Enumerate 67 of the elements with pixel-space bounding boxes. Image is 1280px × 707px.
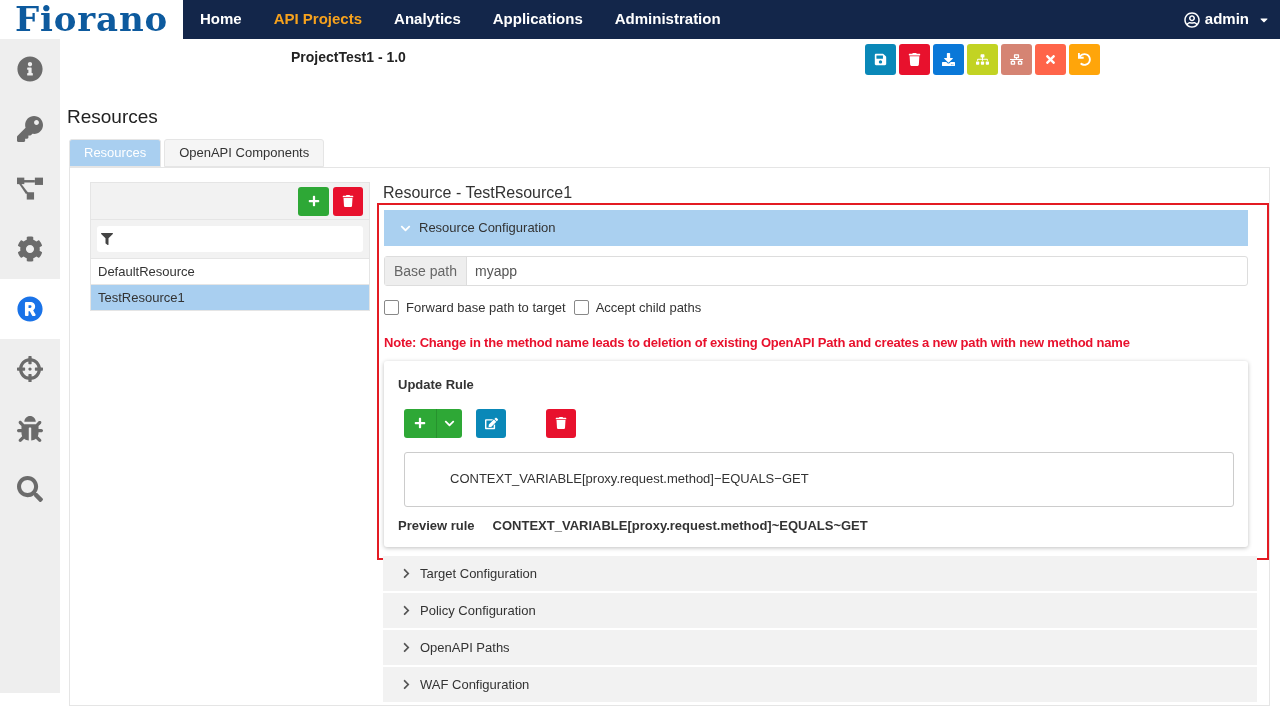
trash-icon	[555, 417, 567, 429]
field-value: myapp	[474, 261, 519, 281]
key-icon	[17, 116, 43, 142]
add-button[interactable]	[298, 186, 329, 216]
save-button[interactable]	[864, 44, 896, 75]
resource-list-item[interactable]: DefaultResource	[91, 258, 369, 284]
sidebar-item[interactable]	[0, 279, 60, 339]
download-button[interactable]	[932, 44, 964, 75]
resource-list-item[interactable]: TestResource1	[91, 284, 369, 310]
hierarchy-icon	[975, 53, 989, 66]
network-button[interactable]	[1000, 44, 1032, 75]
save-icon	[873, 53, 887, 66]
search-icon	[17, 476, 43, 502]
accordion-header[interactable]: WAF Configuration	[383, 667, 1257, 702]
trash-icon	[907, 53, 921, 66]
plus-icon	[414, 417, 426, 429]
base-path-field[interactable]: Base path myapp	[384, 256, 1248, 286]
card-title: Update Rule	[398, 376, 475, 394]
filter-icon	[101, 233, 113, 245]
registered-mark-icon	[17, 296, 43, 322]
edit-button[interactable]	[476, 408, 506, 438]
nav-link[interactable]: Analytics	[394, 8, 461, 31]
accordion-header[interactable]: Target Configuration	[383, 556, 1257, 591]
crosshair-icon	[17, 356, 43, 382]
close-button[interactable]	[1034, 44, 1066, 75]
preview-rule: CONTEXT_VARIABLE[proxy.request.method]~EQUALS~GET	[492, 516, 868, 535]
delete-button[interactable]	[546, 408, 576, 438]
chevron-right-icon	[401, 605, 412, 616]
user-menu[interactable]: admin	[1183, 8, 1270, 31]
checkbox[interactable]	[573, 300, 589, 316]
project-title: ProjectTest1 - 1.0	[291, 48, 406, 67]
chevron-right-icon	[401, 568, 412, 579]
info-icon	[17, 56, 43, 82]
settings-icon	[17, 236, 43, 262]
delete-button[interactable]	[333, 186, 363, 216]
add-dropdown-button[interactable]	[404, 408, 462, 438]
checkbox-label: Accept child paths	[595, 299, 702, 317]
close-icon	[1043, 53, 1057, 66]
undo-icon	[1077, 53, 1091, 66]
plus-icon	[307, 195, 320, 207]
resource-title: Resource - TestResource1	[383, 183, 574, 203]
accordion-header[interactable]: Resource Configuration	[384, 210, 1248, 246]
bug-icon	[17, 416, 43, 442]
preview-label: Preview rule	[398, 516, 475, 535]
logo: Fiorano	[0, 0, 183, 39]
accordion-header[interactable]: Policy Configuration	[383, 593, 1257, 628]
network-icon	[1009, 53, 1023, 66]
accordion-header[interactable]: OpenAPI Paths	[383, 630, 1257, 665]
chevron-right-icon	[401, 642, 412, 653]
nav-link[interactable]: API Projects	[273, 8, 363, 31]
trash-icon	[342, 195, 354, 207]
nav-link[interactable]: Administration	[614, 8, 721, 31]
nav-link[interactable]: Applications	[492, 8, 583, 31]
chevron-right-icon	[401, 679, 412, 690]
delete-button[interactable]	[898, 44, 930, 75]
checkbox-label: Forward base path to target	[406, 299, 566, 317]
section-heading: Resources	[67, 105, 159, 129]
user-icon	[1183, 11, 1200, 28]
nav-link[interactable]: Home	[200, 8, 242, 31]
warning-note: Note: Change in the method name leads to deletion of existing OpenAPI Path and creates a new path with new method name	[384, 333, 1131, 352]
checkbox[interactable]	[384, 300, 399, 316]
tab[interactable]: OpenAPI Components	[164, 139, 325, 167]
download-icon	[941, 53, 955, 66]
field-label: Base path	[385, 257, 468, 285]
edit-icon	[484, 416, 498, 430]
flow-diagram-icon	[17, 176, 43, 202]
filter-field[interactable]	[97, 226, 363, 252]
